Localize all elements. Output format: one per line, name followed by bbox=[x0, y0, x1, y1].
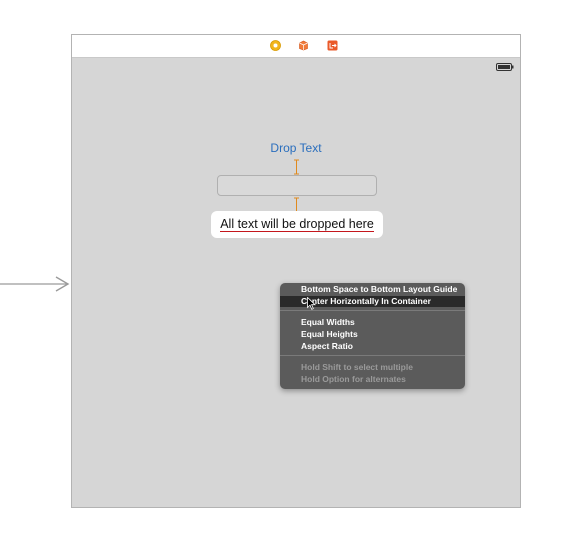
menu-item-bottom-space[interactable]: Bottom Space to Bottom Layout Guide bbox=[280, 284, 465, 295]
exit-icon[interactable] bbox=[327, 40, 338, 51]
menu-separator bbox=[280, 355, 465, 356]
vertical-spacing-constraint-top[interactable] bbox=[294, 159, 299, 175]
menu-hint-shift: Hold Shift to select multiple bbox=[301, 362, 413, 372]
menu-item-aspect-ratio[interactable]: Aspect Ratio bbox=[280, 341, 465, 352]
dropped-text-label[interactable]: All text will be dropped here bbox=[211, 211, 383, 238]
view-controller-scene[interactable]: Drop Text All text will be dropped here bbox=[71, 34, 521, 508]
mouse-pointer-icon bbox=[307, 297, 316, 310]
battery-icon bbox=[496, 63, 514, 71]
drop-text-title-label[interactable]: Drop Text bbox=[72, 141, 520, 155]
text-field[interactable] bbox=[217, 175, 377, 196]
menu-item-equal-heights[interactable]: Equal Heights bbox=[280, 329, 465, 340]
scene-dock bbox=[72, 35, 520, 58]
menu-separator bbox=[280, 310, 465, 311]
menu-hint-option: Hold Option for alternates bbox=[301, 374, 406, 384]
dropped-text-label-text: All text will be dropped here bbox=[220, 217, 374, 232]
initial-view-controller-arrow bbox=[0, 276, 70, 292]
menu-item-equal-widths[interactable]: Equal Widths bbox=[280, 317, 465, 328]
first-responder-icon[interactable] bbox=[298, 40, 309, 51]
view-controller-icon[interactable] bbox=[270, 40, 281, 51]
